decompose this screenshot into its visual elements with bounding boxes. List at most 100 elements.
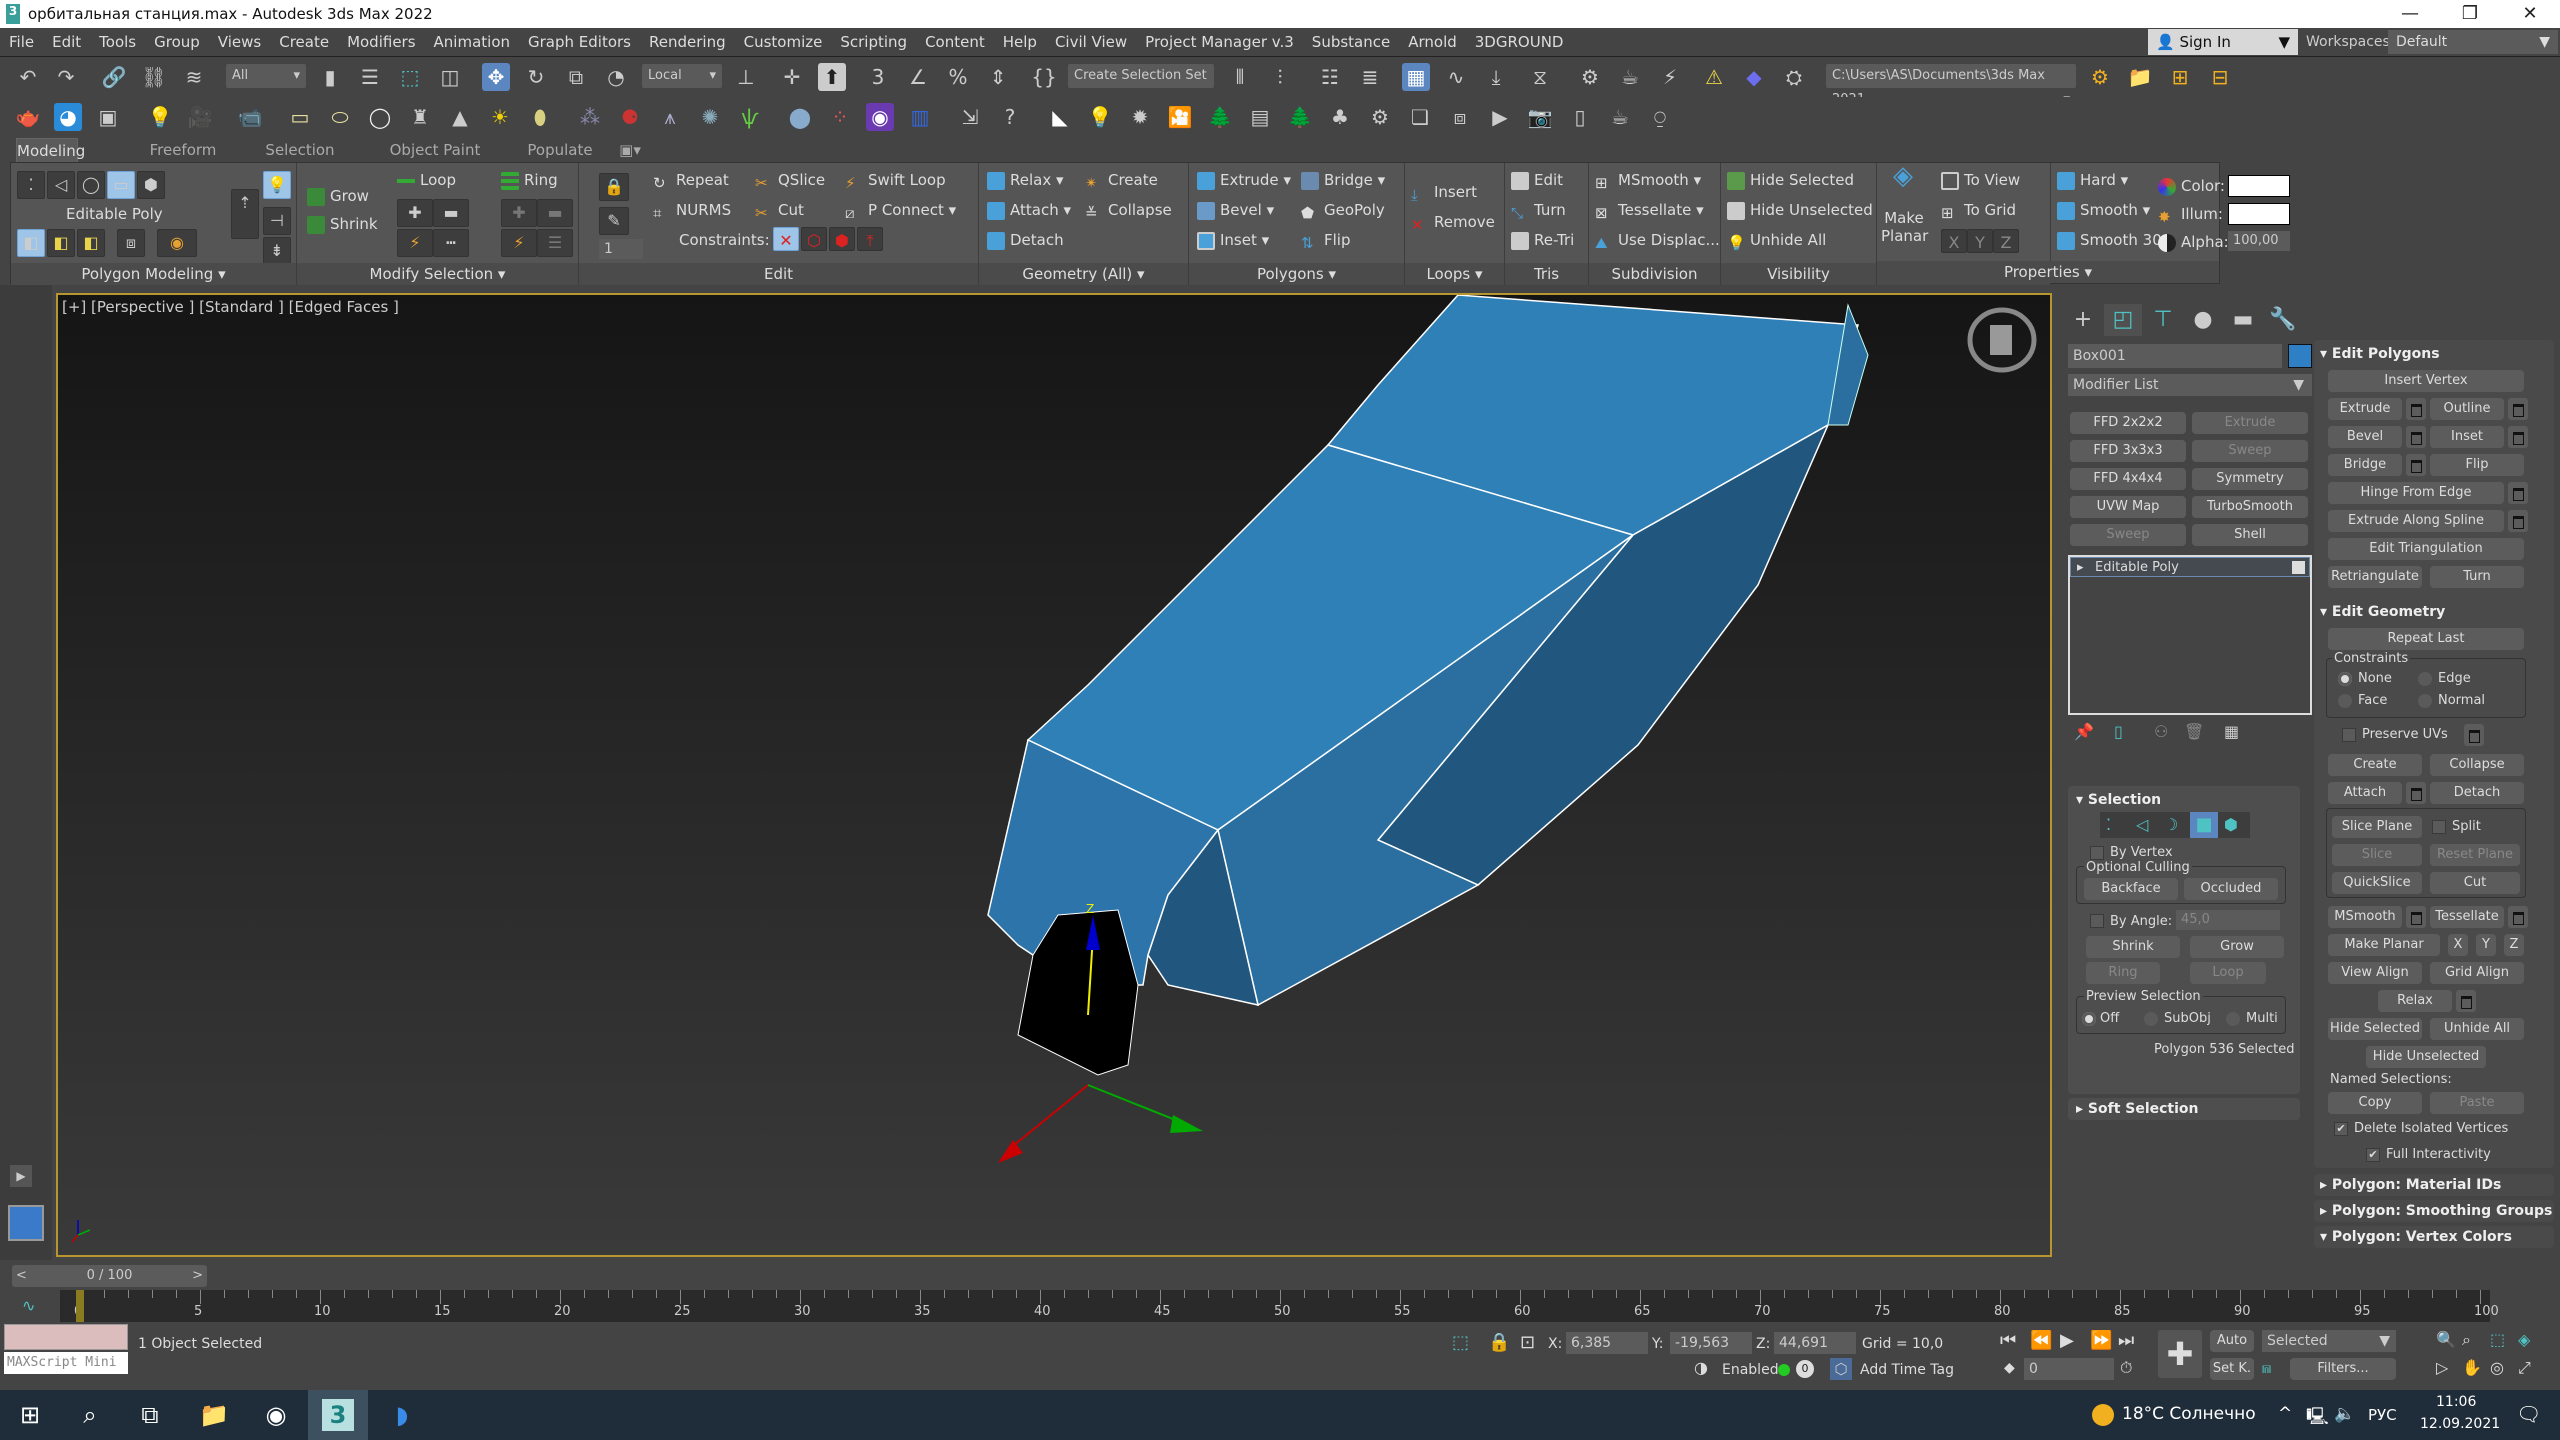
menu-civil-view[interactable]: Civil View — [1046, 28, 1136, 56]
close-button[interactable]: ✕ — [2500, 0, 2560, 28]
light-icon[interactable]: 💡 — [146, 103, 174, 131]
make-planar-button[interactable]: Make Planar — [1881, 209, 1928, 245]
cone-icon[interactable]: ▲ — [446, 103, 474, 131]
inset-button[interactable]: Inset ▾ — [1197, 229, 1269, 251]
tab-modeling[interactable]: Modeling — [16, 138, 85, 162]
geometry-label[interactable]: Geometry (All) ▾ — [979, 263, 1188, 285]
warning-icon[interactable]: ⚠ — [1700, 63, 1728, 91]
project-path-dropdown[interactable]: C:\Users\AS\Documents\3ds Max 2021 ▾ — [1826, 64, 2076, 107]
rect-selection-icon[interactable]: ⬚ — [396, 63, 424, 91]
loop-button[interactable]: Loop — [397, 169, 456, 191]
weather-text[interactable]: 18°C Солнечно — [2122, 1404, 2256, 1424]
create-button[interactable]: Create — [2328, 754, 2422, 776]
swift-loop-button[interactable]: ⚡ Swift Loop — [845, 169, 946, 192]
prev-frame-button[interactable]: < — [16, 1265, 27, 1287]
next-frame-button[interactable]: > — [192, 1265, 203, 1287]
msmooth-settings-icon[interactable] — [2406, 906, 2426, 928]
flip-button[interactable]: Flip — [2430, 454, 2524, 476]
delete-isolated-checkbox[interactable]: ✔ — [2334, 1122, 2348, 1136]
menu-scripting[interactable]: Scripting — [831, 28, 916, 56]
to-grid-button[interactable]: ⊞ To Grid — [1941, 199, 2016, 222]
split-view-icon[interactable]: ⧈ — [1446, 103, 1474, 131]
pivot-center-icon[interactable]: ⊥ — [732, 63, 760, 91]
viewcube[interactable] — [1967, 307, 2037, 373]
project-settings-icon[interactable]: ⚙ — [2086, 63, 2114, 91]
gear-outline-icon[interactable]: ⚙ — [1366, 103, 1394, 131]
slate-material-icon[interactable]: ◉ — [866, 103, 894, 131]
z-coordinate-field[interactable]: 44,691 — [1774, 1332, 1856, 1354]
tree-alt-icon[interactable]: ♣ — [1326, 103, 1354, 131]
key-mode-icon[interactable]: ◆ — [2004, 1360, 2015, 1376]
align-z-button[interactable]: Z — [1993, 229, 2019, 253]
redo-icon[interactable]: ↷ — [52, 63, 80, 91]
angle-snap-icon[interactable]: ∠ — [904, 63, 932, 91]
object-name-field[interactable]: Box001 — [2068, 344, 2282, 368]
backface-button[interactable]: Backface — [2084, 878, 2178, 900]
turn-button[interactable]: ⤡ Turn — [1511, 199, 1566, 222]
alpha-spinner[interactable]: 100,00 — [2228, 231, 2290, 251]
menu-content[interactable]: Content — [916, 28, 994, 56]
menu-create[interactable]: Create — [270, 28, 338, 56]
egg-icon[interactable]: ⬮ — [526, 103, 554, 131]
frame-icon[interactable]: ▯ — [1566, 103, 1594, 131]
zoom-extents-icon[interactable]: ⬚ — [2490, 1330, 2505, 1349]
tweak-icon[interactable]: ✎ — [599, 207, 629, 235]
clock-date[interactable]: 12.09.2021 — [2420, 1416, 2500, 1432]
zoom-extents-all-icon[interactable]: ◈ — [2518, 1330, 2530, 1349]
menu-3dground[interactable]: 3DGROUND — [1466, 28, 1573, 56]
make-planar-icon[interactable]: ◈ — [1883, 163, 1923, 189]
edit-tri-button[interactable]: Edit — [1511, 169, 1563, 191]
soft-selection-rollout[interactable]: ▸ Soft Selection — [2068, 1098, 2300, 1120]
zoom-all-icon[interactable]: ⌕ — [2462, 1330, 2471, 1350]
create-tab-icon[interactable]: + — [2064, 304, 2102, 336]
sign-in-button[interactable]: 👤 Sign In ▼ — [2148, 29, 2298, 55]
next-frame-icon[interactable]: ⏩ — [2090, 1330, 2112, 1351]
select-subobj-icon[interactable]: ◧ — [47, 229, 75, 257]
extrude-button[interactable]: Extrude ▾ — [1197, 169, 1291, 191]
grow-ring-icon[interactable]: ✚ — [501, 199, 537, 227]
preserve-uvs-settings-icon[interactable] — [2464, 724, 2484, 746]
current-frame-field[interactable]: 0 — [2024, 1358, 2114, 1380]
grid-align-button[interactable]: Grid Align — [2430, 962, 2524, 984]
pin-stack-icon[interactable]: 📌 — [2074, 722, 2094, 741]
undo-icon[interactable]: ↶ — [14, 63, 42, 91]
spinner-snap-icon[interactable]: ⇕ — [984, 63, 1012, 91]
border-level-icon[interactable]: ◯ — [77, 171, 105, 199]
relax-button[interactable]: Relax ▾ — [987, 169, 1064, 191]
smooth30-button[interactable]: Smooth 30 ▾ — [2057, 229, 2174, 251]
edit-triangulation-button[interactable]: Edit Triangulation — [2328, 538, 2524, 560]
hard-button[interactable]: Hard ▾ — [2057, 169, 2128, 191]
smoothing-groups-rollout[interactable]: ▸ Polygon: Smoothing Groups — [2314, 1200, 2554, 1222]
relax-settings-icon[interactable] — [2456, 990, 2476, 1012]
nurms-button[interactable]: ⌗ NURMS — [653, 199, 731, 222]
orbit-icon[interactable]: ◎ — [2490, 1358, 2504, 1377]
view-align-button[interactable]: View Align — [2328, 962, 2422, 984]
flip-button[interactable]: ⇅ Flip — [1301, 229, 1350, 252]
set-key-button[interactable]: Set K. — [2210, 1358, 2254, 1380]
detach-button[interactable]: Detach — [987, 229, 1064, 251]
element-level-icon[interactable]: ⬢ — [137, 171, 165, 199]
ring-mode-icon[interactable]: ⚡ — [501, 229, 537, 257]
teapot-icon[interactable]: 🫖 — [14, 103, 42, 131]
outline-settings-icon[interactable] — [2508, 398, 2528, 420]
hide-selected-button[interactable]: Hide Selected — [1727, 169, 1854, 191]
search-icon[interactable]: ⌕ — [60, 1390, 120, 1440]
restore-button[interactable]: ❐ — [2440, 0, 2500, 28]
constraint-normal-radio[interactable] — [2418, 694, 2432, 708]
tessellate-button[interactable]: ⊠ Tessellate ▾ — [1595, 199, 1704, 222]
camera-alt-icon[interactable]: 📹 — [236, 103, 264, 131]
modifier-button[interactable]: UVW Map — [2070, 496, 2186, 518]
modifier-button[interactable]: Sweep — [2070, 524, 2186, 546]
play-icon[interactable]: ▶ — [2060, 1330, 2074, 1351]
modify-tab-icon[interactable]: ◰ — [2104, 304, 2142, 336]
planar-y-button[interactable]: Y — [2476, 934, 2496, 956]
hinge-from-edge-button[interactable]: Hinge From Edge — [2328, 482, 2504, 504]
bridge-settings-icon[interactable] — [2406, 454, 2426, 476]
viewport-label[interactable]: [+] [Perspective ] [Standard ] [Edged Fa… — [62, 298, 399, 316]
insert-loop-button[interactable]: ⤓ Insert — [1411, 181, 1477, 204]
tower-icon[interactable]: ⩚ — [656, 103, 684, 131]
to-view-button[interactable]: To View — [1941, 169, 2020, 191]
window-crossing-icon[interactable]: ◫ — [436, 63, 464, 91]
menu-group[interactable]: Group — [145, 28, 209, 56]
time-tag-icon[interactable]: ⬡ — [1830, 1358, 1852, 1380]
